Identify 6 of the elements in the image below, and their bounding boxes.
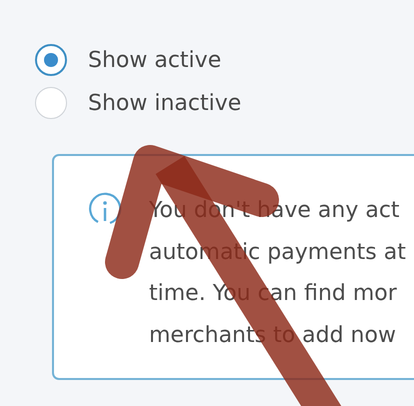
- radio-label: Show inactive: [88, 90, 242, 116]
- info-icon: [88, 192, 122, 226]
- radio-button[interactable]: [35, 44, 67, 76]
- radio-option[interactable]: Show active: [35, 42, 414, 78]
- radio-label: Show active: [88, 48, 222, 72]
- radio-option[interactable]: Show inactive: [35, 85, 414, 121]
